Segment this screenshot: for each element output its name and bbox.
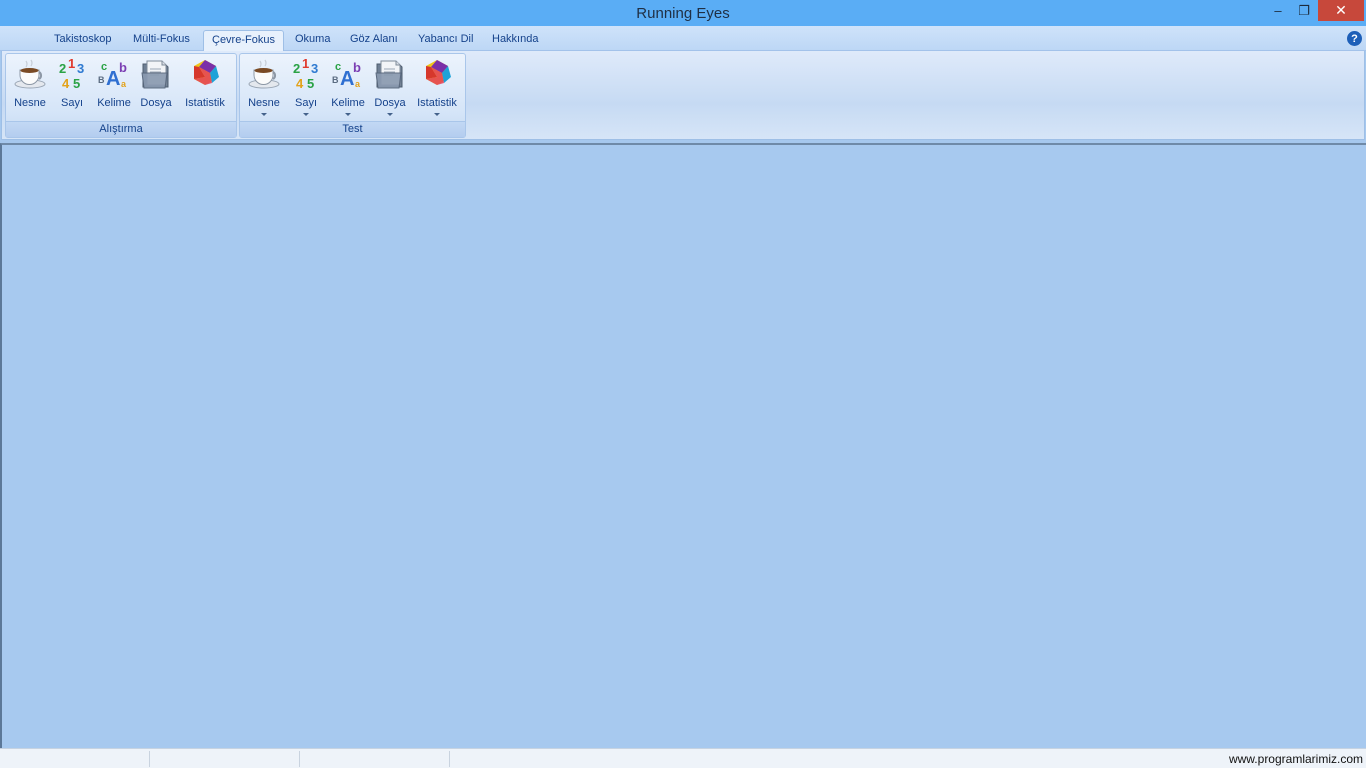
numbers-icon-digit-5: 5	[307, 76, 314, 91]
test-kelime-button[interactable]: c A b B a Kelime	[328, 57, 368, 121]
numbers-icon-digit-4: 4	[296, 76, 304, 91]
alistirma-nesne-button[interactable]: Nesne	[10, 57, 50, 121]
numbers-icon-digit-3: 3	[311, 61, 318, 76]
alistirma-nesne-label: Nesne	[14, 97, 46, 109]
ribbon-group-alistirma: Nesne 2 1 3 4 5 Sayı c A b B a Kelime Do…	[5, 53, 237, 138]
ribbon-group-alistirma-label: Alıştırma	[6, 121, 236, 137]
letters-icon-small-a: a	[355, 79, 361, 89]
test-nesne-button[interactable]: Nesne	[244, 57, 284, 121]
tab-hakkinda[interactable]: Hakkında	[484, 30, 546, 51]
window-title: Running Eyes	[636, 5, 730, 22]
title-bar: Running Eyes – ❐ ✕	[0, 0, 1366, 26]
test-dosya-label: Dosya	[374, 97, 406, 109]
numbers-icon: 2 1 3 4 5	[59, 57, 84, 91]
status-panel-3	[300, 751, 450, 767]
numbers-icon-digit-1: 1	[302, 57, 309, 71]
chevron-down-icon	[434, 113, 440, 116]
restore-button[interactable]: ❐	[1289, 0, 1319, 21]
alistirma-sayi-button[interactable]: 2 1 3 4 5 Sayı	[52, 57, 92, 121]
letters-icon: c A b B a	[98, 60, 127, 90]
file-icon	[141, 60, 169, 89]
letters-icon-small-a: a	[121, 79, 127, 89]
chevron-down-icon	[387, 113, 393, 116]
chevron-down-icon	[345, 113, 351, 116]
tab-goz-alani[interactable]: Göz Alanı	[342, 30, 406, 51]
alistirma-kelime-label: Kelime	[97, 97, 131, 109]
ribbon-tab-bar: Takistoskop Mülti-Fokus Çevre-Fokus Okum…	[0, 26, 1366, 51]
tab-okuma[interactable]: Okuma	[287, 30, 338, 51]
test-sayi-button[interactable]: 2 1 3 4 5 Sayı	[286, 57, 326, 121]
test-nesne-label: Nesne	[248, 97, 280, 109]
tab-yabanci-dil[interactable]: Yabancı Dil	[410, 30, 481, 51]
numbers-icon-digit-1: 1	[68, 57, 75, 71]
numbers-icon-digit-2: 2	[293, 61, 300, 76]
test-kelime-label: Kelime	[331, 97, 365, 109]
teacup-icon	[14, 59, 46, 89]
numbers-icon-digit-3: 3	[77, 61, 84, 76]
help-icon[interactable]: ?	[1347, 31, 1362, 46]
status-panel-2	[150, 751, 300, 767]
ribbon-group-test: Nesne 2 1 3 4 5 Sayı c A b B a Kelime Do…	[239, 53, 466, 138]
alistirma-sayi-label: Sayı	[60, 97, 83, 109]
tab-multi-fokus[interactable]: Mülti-Fokus	[125, 30, 198, 51]
test-istatistik-label: Istatistik	[417, 97, 457, 109]
alistirma-dosya-button[interactable]: Dosya	[136, 57, 176, 121]
status-website-text: www.programlarimiz.com	[1228, 752, 1363, 766]
letters-icon-b: b	[353, 60, 361, 75]
letters-icon: c A b B a	[332, 60, 361, 90]
file-icon	[375, 60, 403, 89]
letters-icon-b: b	[119, 60, 127, 75]
test-sayi-label: Sayı	[294, 97, 317, 109]
chevron-down-icon	[261, 113, 267, 116]
statistics-icon	[426, 60, 451, 85]
numbers-icon-digit-5: 5	[73, 76, 80, 91]
alistirma-dosya-label: Dosya	[140, 97, 172, 109]
tab-cevre-fokus[interactable]: Çevre-Fokus	[203, 30, 284, 51]
close-button[interactable]: ✕	[1318, 0, 1364, 21]
letters-icon-big-b: B	[98, 75, 105, 85]
alistirma-istatistik-label: Istatistik	[185, 97, 225, 109]
alistirma-kelime-button[interactable]: c A b B a Kelime	[94, 57, 134, 121]
chevron-down-icon	[303, 113, 309, 116]
numbers-icon-digit-4: 4	[62, 76, 70, 91]
tab-takistoskop[interactable]: Takistoskop	[46, 30, 119, 51]
numbers-icon-digit-2: 2	[59, 61, 66, 76]
test-dosya-button[interactable]: Dosya	[370, 57, 410, 121]
ribbon-group-test-label: Test	[240, 121, 465, 137]
teacup-icon	[248, 59, 280, 89]
status-panel-1	[0, 751, 150, 767]
test-istatistik-button[interactable]: Istatistik	[412, 57, 462, 121]
numbers-icon: 2 1 3 4 5	[293, 57, 318, 91]
status-bar: www.programlarimiz.com	[0, 748, 1366, 768]
alistirma-istatistik-button[interactable]: Istatistik	[180, 57, 230, 121]
ribbon-panel: Nesne 2 1 3 4 5 Sayı c A b B a Kelime Do…	[1, 51, 1365, 140]
statistics-icon	[194, 60, 219, 85]
main-workspace	[0, 143, 1366, 748]
letters-icon-big-b: B	[332, 75, 339, 85]
